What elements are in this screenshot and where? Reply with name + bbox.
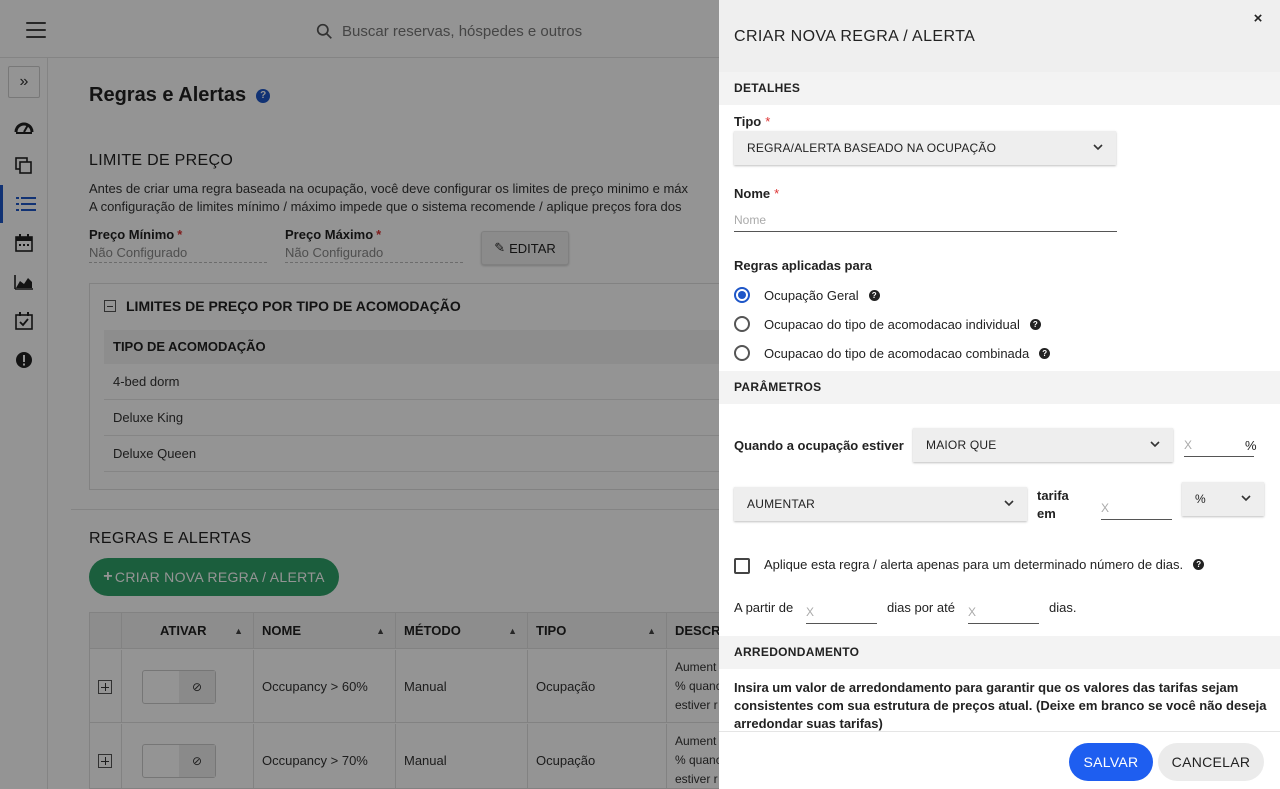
close-icon[interactable]: ×: [1250, 10, 1266, 27]
type-select-value: REGRA/ALERTA BASEADO NA OCUPAÇÃO: [747, 141, 997, 155]
help-icon[interactable]: ?: [1029, 318, 1041, 330]
radio-combined-occupancy[interactable]: Ocupacao do tipo de acomodacao combinada…: [734, 345, 1051, 361]
drawer-title: CRIAR NOVA REGRA / ALERTA: [734, 28, 976, 45]
operator-select[interactable]: MAIOR QUE: [913, 428, 1173, 462]
drawer-header: CRIAR NOVA REGRA / ALERTA ×: [719, 0, 1280, 72]
drawer-footer: SALVAR CANCELAR: [719, 731, 1280, 789]
type-select[interactable]: REGRA/ALERTA BASEADO NA OCUPAÇÃO: [734, 131, 1116, 165]
radio-individual-occupancy[interactable]: Ocupacao do tipo de acomodacao individua…: [734, 316, 1041, 332]
rate-unit-value: %: [1195, 492, 1206, 506]
rate-unit-select[interactable]: %: [1182, 482, 1264, 516]
when-occupancy-label: Quando a ocupação estiver: [734, 438, 904, 453]
help-icon[interactable]: ?: [1193, 559, 1205, 570]
section-rounding: ARREDONDAMENTO: [719, 636, 1280, 669]
until-days-input[interactable]: [968, 600, 1039, 624]
section-parameters: PARÂMETROS: [719, 371, 1280, 404]
chevron-down-icon: [1150, 441, 1160, 448]
operator-select-value: MAIOR QUE: [926, 438, 997, 452]
action-select[interactable]: AUMENTAR: [734, 487, 1027, 521]
days-checkbox-label: Aplique esta regra / alerta apenas para …: [764, 557, 1205, 572]
help-icon[interactable]: ?: [868, 289, 880, 301]
modal-overlay[interactable]: [0, 0, 719, 789]
applies-label: Regras aplicadas para: [734, 258, 873, 273]
radio-button[interactable]: [734, 316, 750, 332]
type-label: Tipo *: [734, 114, 771, 129]
radio-button[interactable]: [734, 287, 750, 303]
help-icon[interactable]: ?: [1039, 347, 1051, 359]
from-label: A partir de: [734, 600, 794, 615]
name-label: Nome *: [734, 186, 780, 201]
radio-label: Ocupação Geral: [764, 287, 859, 303]
radio-button[interactable]: [734, 345, 750, 361]
days-label: dias.: [1049, 600, 1077, 615]
cancel-button[interactable]: CANCELAR: [1158, 743, 1264, 781]
chevron-down-icon: [1241, 495, 1251, 502]
occupancy-unit: %: [1245, 438, 1257, 453]
days-checkbox[interactable]: [734, 558, 750, 574]
from-days-input[interactable]: [806, 600, 877, 624]
chevron-down-icon: [1004, 500, 1014, 507]
save-button[interactable]: SALVAR: [1069, 743, 1153, 781]
rate-label: tarifa em: [1037, 488, 1069, 521]
name-input[interactable]: [734, 208, 1117, 232]
section-details: DETALHES: [719, 72, 1280, 105]
rate-value-input[interactable]: [1101, 496, 1172, 520]
rounding-info: Insira um valor de arredondamento para g…: [734, 680, 1267, 731]
create-rule-drawer: CRIAR NOVA REGRA / ALERTA × DETALHES Tip…: [719, 0, 1280, 789]
occupancy-value-input[interactable]: [1184, 433, 1254, 457]
chevron-down-icon: [1093, 144, 1103, 151]
radio-general-occupancy[interactable]: Ocupação Geral ?: [734, 287, 880, 303]
until-label: dias por até: [887, 600, 955, 615]
action-select-value: AUMENTAR: [747, 497, 816, 511]
radio-label: Ocupacao do tipo de acomodacao combinada: [764, 345, 1030, 361]
radio-label: Ocupacao do tipo de acomodacao individua…: [764, 316, 1020, 332]
